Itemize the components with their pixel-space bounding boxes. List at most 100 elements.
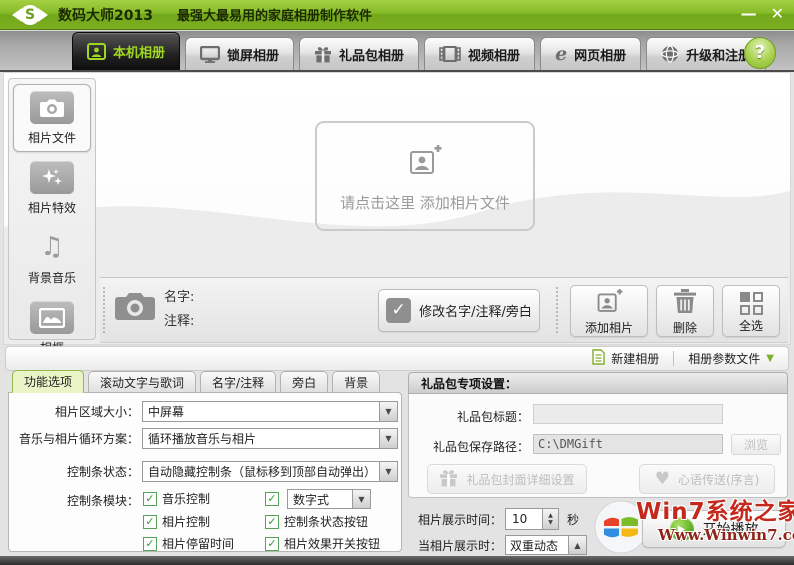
spinner-arrows[interactable]: ▲ ▼ (542, 509, 558, 529)
window-title: 数码大师2013 (58, 7, 153, 24)
titlebar: S 数码大师2013 最强大最易用的家庭相册制作软件 — ✕ (0, 0, 794, 30)
control-bar-state-select[interactable]: 自动隐藏控制条（鼠标移到顶部自动弹出） ▼ (142, 461, 398, 482)
tab-giftpack-album[interactable]: 礼品包相册 (299, 37, 420, 70)
film-icon (439, 46, 461, 62)
gift-panel-header: 礼品包专项设置： (408, 372, 788, 394)
tab-label: 升级和注册 (686, 48, 752, 64)
window-bottom-border (0, 556, 794, 565)
tab-video-album[interactable]: 视频相册 (424, 37, 536, 70)
tab-label: 锁屏相册 (227, 48, 280, 64)
new-album-label: 新建相册 (611, 352, 660, 366)
gift-icon (314, 46, 332, 63)
select-all-grid-icon (739, 291, 763, 315)
selected-value: 循环播放音乐与相片 (148, 432, 257, 446)
select-all-button[interactable]: 全选 (722, 285, 780, 337)
tab-scrolling-text-lyrics[interactable]: 滚动文字与歌词 (88, 371, 197, 393)
add-photo-button[interactable]: 添加相片 (570, 285, 648, 337)
tab-web-album[interactable]: e 网页相册 (540, 37, 642, 70)
gift-title-label: 礼品包标题： (456, 410, 529, 424)
drag-grip[interactable] (102, 286, 106, 334)
album-params-button[interactable]: 相册参数文件 ▼ (688, 350, 774, 367)
main-tab-strip: 本机相册 锁屏相册 礼品包相册 视频相册 e 网页相册 升级和注册 ? (0, 30, 794, 72)
app-window: S 数码大师2013 最强大最易用的家庭相册制作软件 — ✕ 本机相册 锁屏相册 (0, 0, 794, 565)
section-divider (555, 286, 559, 334)
checkbox-photo-control[interactable]: ✓ (143, 514, 157, 529)
tab-narration[interactable]: 旁白 (280, 371, 329, 393)
start-play-button[interactable]: ▶ 开始播放 (642, 510, 786, 548)
tab-label: 视频相册 (468, 48, 521, 64)
tab-lockscreen-album[interactable]: 锁屏相册 (185, 37, 295, 70)
tab-local-album[interactable]: 本机相册 (72, 32, 181, 70)
tab-name-comment[interactable]: 名字/注释 (200, 371, 277, 393)
tab-background[interactable]: 背景 (332, 371, 381, 393)
gift-title-input[interactable] (533, 404, 723, 424)
sidebar: 相片文件 相片特效 ♫ 背景音乐 相框 (8, 78, 96, 355)
tab-label: 网页相册 (574, 48, 627, 64)
checkbox-label: 相片停留时间 (162, 537, 235, 551)
dropdown-arrow-icon: ▼ (379, 462, 397, 481)
display-time-value: 10 (512, 512, 528, 526)
album-params-label: 相册参数文件 (688, 352, 761, 366)
checkbox-digital-style[interactable]: ✓ (265, 492, 279, 506)
sidebar-item-label: 相片特效 (27, 201, 76, 215)
display-mode-select[interactable]: 双重动态 (505, 535, 569, 555)
window-subtitle: 最强大最易用的家庭相册制作软件 (176, 9, 372, 24)
cover-button-label: 礼品包封面详细设置 (466, 472, 575, 487)
dropzone-hint: 请点击这里 添加相片文件 (340, 194, 510, 212)
mode-up-arrow-button[interactable]: ▲ (569, 535, 587, 555)
sidebar-item-photo-effects[interactable]: 相片特效 (13, 154, 91, 222)
select-all-label: 全选 (738, 318, 763, 333)
close-button[interactable]: ✕ (771, 2, 784, 26)
checkbox-control-bar-state-button[interactable]: ✓ (265, 514, 279, 529)
selected-value: 自动隐藏控制条（鼠标移到顶部自动弹出） (148, 465, 377, 479)
gift-cover-settings-button[interactable]: 礼品包封面详细设置 (427, 464, 587, 494)
selected-value: 中屏幕 (148, 405, 185, 419)
gift-package-panel: 礼品包专项设置： 礼品包标题： 礼品包保存路径： 浏览 礼品包封面详细设置 ♥ … (408, 372, 794, 555)
checkbox-music-control[interactable]: ✓ (143, 491, 157, 506)
logo-letter: S (20, 4, 40, 25)
monitor-icon (200, 45, 221, 63)
photo-area-size-select[interactable]: 中屏幕 ▼ (142, 401, 398, 422)
tab-function-options[interactable]: 功能选项 (12, 370, 85, 393)
checkbox-photo-stay-time[interactable]: ✓ (143, 536, 157, 551)
sidebar-item-background-music[interactable]: ♫ 背景音乐 (13, 224, 91, 292)
display-mode-value: 双重动态 (510, 538, 559, 553)
music-note-icon: ♫ (40, 232, 64, 262)
check-icon: ✓ (386, 298, 412, 323)
checkbox-label: 音乐控制 (162, 492, 211, 506)
add-button-label: 添加相片 (584, 321, 633, 335)
edit-name-comment-button[interactable]: ✓ 修改名字/注释/旁白 (378, 289, 540, 332)
minimize-button[interactable]: — (741, 2, 757, 26)
add-photos-dropzone[interactable]: 请点击这里 添加相片文件 (315, 121, 535, 231)
delete-button[interactable]: 删除 (656, 285, 714, 337)
control-bar-state-label: 控制条状态： (66, 465, 139, 479)
new-album-button[interactable]: 新建相册 (592, 349, 659, 368)
delete-button-label: 删除 (672, 321, 697, 335)
add-photo-icon (596, 289, 623, 317)
name-label: 名字: (164, 290, 195, 305)
help-button[interactable]: ? (744, 37, 776, 69)
heart-message-button[interactable]: ♥ 心语传送(序言) (639, 464, 775, 494)
chevron-down-icon: ▼ (766, 353, 774, 364)
opt-tab-label: 背景 (344, 375, 369, 390)
checkbox-label: 相片控制 (162, 515, 211, 529)
gift-path-input[interactable] (533, 434, 723, 454)
opt-tab-label: 滚动文字与歌词 (100, 375, 185, 390)
edit-button-label: 修改名字/注释/旁白 (419, 305, 532, 320)
opt-tab-label: 旁白 (292, 375, 317, 390)
sidebar-item-photo-files[interactable]: 相片文件 (13, 84, 91, 152)
album-toolbar: 新建相册 相册参数文件 ▼ (5, 346, 789, 371)
tab-label: 礼品包相册 (339, 48, 405, 64)
sparkle-icon (30, 161, 74, 194)
function-options-panel: 相片区域大小： 中屏幕 ▼ 音乐与相片循环方案： 循环播放音乐与相片 ▼ 控制条… (8, 392, 402, 552)
photo-info-strip: 名字: 注释: ✓ 修改名字/注释/旁白 添加相片 删除 全选 (100, 277, 788, 343)
browse-button[interactable]: 浏览 (731, 434, 781, 455)
music-photo-loop-select[interactable]: 循环播放音乐与相片 ▼ (142, 428, 398, 449)
logo-right-triangle (38, 7, 48, 22)
digital-style-select[interactable]: 数字式 ▼ (287, 489, 371, 509)
checkbox-photo-effect-switch[interactable]: ✓ (265, 536, 279, 551)
opt-tab-label: 功能选项 (24, 375, 73, 389)
display-time-label: 相片展示时间： (417, 512, 502, 527)
tab-label: 本机相册 (113, 46, 166, 61)
display-time-spinner[interactable]: 10 ▲ ▼ (505, 508, 559, 530)
